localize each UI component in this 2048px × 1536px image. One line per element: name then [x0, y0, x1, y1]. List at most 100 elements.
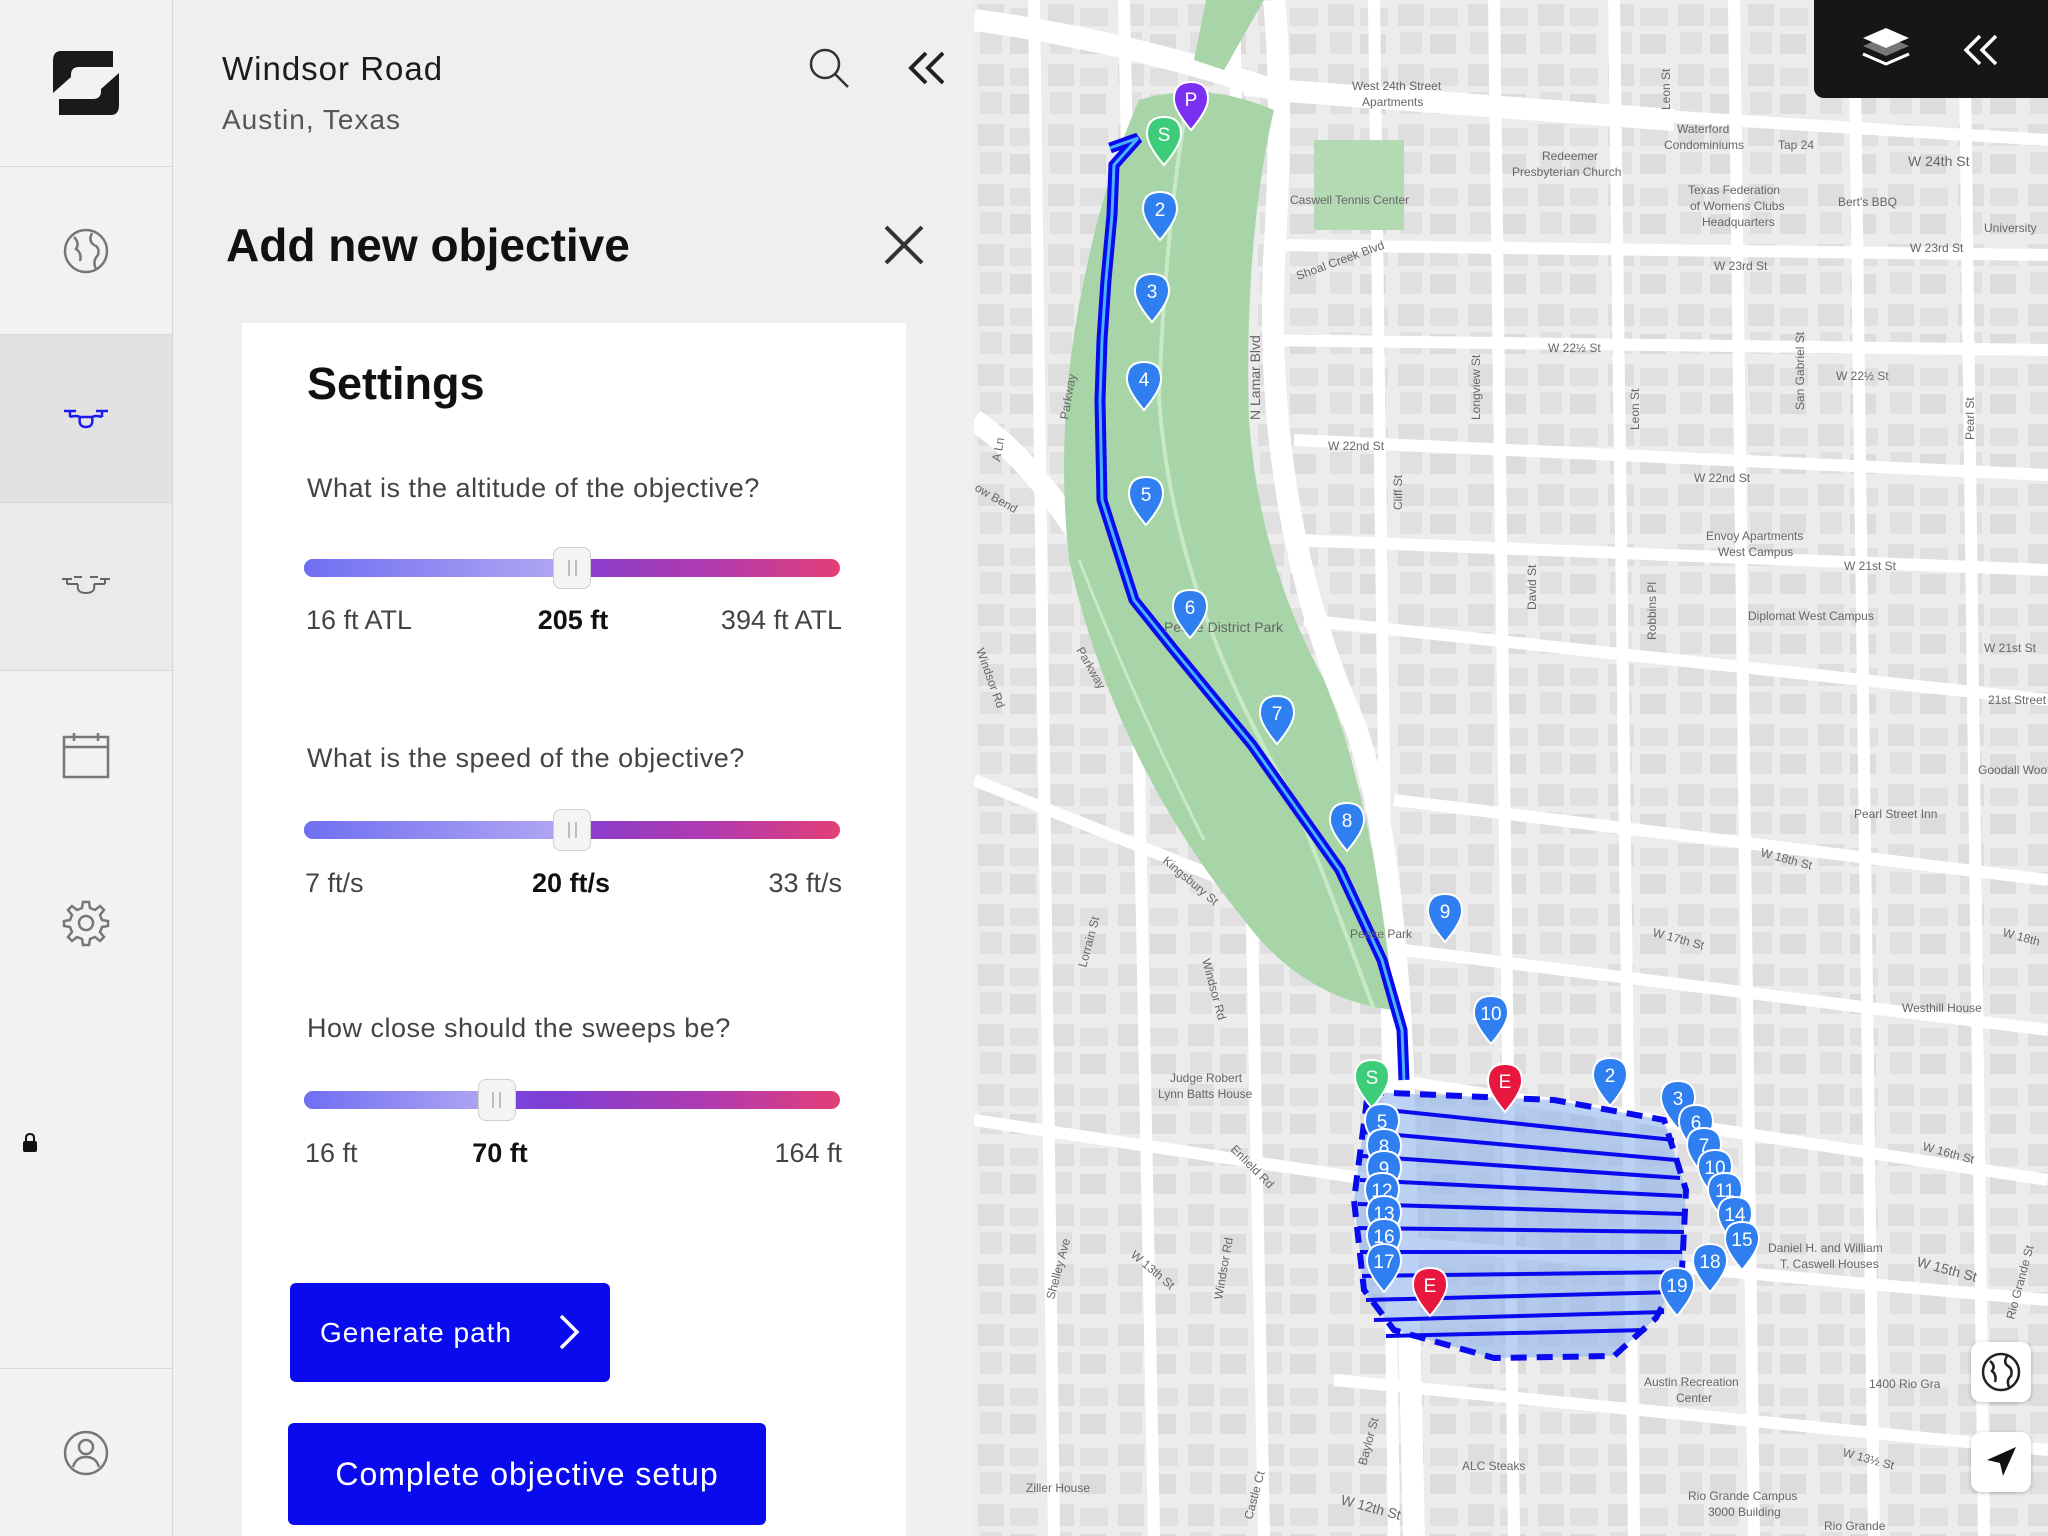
waypoint-pin[interactable]: 3 [1133, 272, 1171, 324]
map-label: W 22nd St [1328, 439, 1385, 453]
map-label: Diplomat West Campus [1748, 609, 1874, 623]
waypoint-pin-label: 3 [1147, 282, 1158, 303]
map-label: W 22½ St [1836, 369, 1889, 383]
rail-item-calendar[interactable] [0, 671, 172, 839]
waypoint-pin[interactable]: 2 [1141, 190, 1179, 242]
close-icon [884, 225, 924, 265]
map-label: W 22½ St [1548, 341, 1601, 355]
map-label: Ziller House [1026, 1481, 1090, 1495]
speed-slider[interactable] [304, 809, 840, 851]
close-button[interactable] [881, 222, 927, 268]
waypoint-pin-label: 10 [1480, 1004, 1501, 1025]
map-label: 3000 Building [1708, 1505, 1781, 1519]
waypoint-pin[interactable]: 2 [1591, 1056, 1629, 1108]
map-label: San Gabriel St [1793, 331, 1807, 410]
waypoint-pin[interactable]: 18 [1691, 1242, 1729, 1294]
speed-slider-thumb[interactable] [553, 809, 591, 851]
map-label: Apartments [1362, 95, 1423, 109]
drone-icon [64, 409, 108, 428]
rail-item-swarm[interactable] [0, 503, 172, 1152]
waypoint-pin-label: 8 [1342, 811, 1353, 832]
waypoint-pin[interactable]: E [1486, 1062, 1524, 1114]
map-label: West Campus [1718, 545, 1793, 559]
double-chevron-left-icon [908, 51, 945, 85]
map-label: Bert's BBQ [1838, 195, 1897, 209]
map-label: West 24th Street [1352, 79, 1442, 93]
speed-max-label: 33 ft/s [768, 868, 842, 898]
waypoint-pin-label: S [1366, 1068, 1379, 1089]
sweeps-min-label: 16 ft [305, 1138, 358, 1168]
complete-objective-label: Complete objective setup [335, 1455, 719, 1492]
collapse-panel-button[interactable] [905, 46, 949, 90]
altitude-slider-thumb[interactable] [553, 547, 591, 589]
map-label: Envoy Apartments [1706, 529, 1803, 543]
map-view[interactable]: West 24th Street Apartments Redeemer Pre… [974, 0, 2048, 1536]
waypoint-pin[interactable]: 8 [1328, 801, 1366, 853]
waypoint-pin[interactable]: 5 [1127, 475, 1165, 527]
waypoint-pin-label: 6 [1185, 598, 1196, 619]
waypoint-pin-label: 2 [1155, 200, 1166, 221]
map-label: Waterford [1677, 122, 1729, 136]
map-label: W 24th St [1908, 153, 1970, 169]
search-icon [809, 48, 849, 88]
map-label: Daniel H. and William [1768, 1241, 1883, 1255]
map-label: Headquarters [1702, 215, 1775, 229]
rail-item-profile[interactable] [0, 1368, 172, 1536]
search-button[interactable] [805, 44, 853, 92]
map-label: David St [1525, 564, 1539, 610]
sweeps-slider-thumb[interactable] [477, 1079, 516, 1121]
globe-icon [1981, 1352, 2021, 1392]
map-label: Texas Federation [1688, 183, 1780, 197]
waypoint-pin-label: P [1185, 90, 1198, 111]
map-canvas[interactable]: West 24th Street Apartments Redeemer Pre… [974, 0, 2048, 1536]
locate-me-button[interactable] [1971, 1432, 2031, 1492]
sweeps-slider[interactable] [304, 1079, 840, 1121]
drone-swarm-icon [62, 575, 110, 594]
rail-item-drone[interactable] [0, 335, 172, 503]
sweeps-value: 70 ft [472, 1138, 528, 1168]
map-label: Cliff St [1391, 474, 1405, 510]
location-subtitle: Austin, Texas [222, 104, 402, 135]
rail-item-globe[interactable] [0, 167, 172, 335]
waypoint-pin[interactable]: 17 [1365, 1242, 1403, 1294]
speed-slider-fill [304, 821, 572, 839]
waypoint-pin[interactable]: 9 [1426, 892, 1464, 944]
map-label: Caswell Tennis Center [1290, 193, 1409, 207]
map-label: Judge Robert [1170, 1071, 1243, 1085]
logo [0, 0, 172, 167]
waypoint-pin[interactable]: 6 [1171, 588, 1209, 640]
complete-objective-button[interactable]: Complete objective setup [288, 1423, 766, 1525]
map-label: Rio Grande Campus [1688, 1489, 1797, 1503]
waypoint-pin-label: 9 [1440, 902, 1451, 923]
altitude-question: What is the altitude of the objective? [307, 473, 760, 503]
map-label: Redeemer [1542, 149, 1598, 163]
collapse-map-toolbar-button[interactable] [1958, 28, 2004, 72]
waypoint-pin-label: 17 [1373, 1252, 1394, 1273]
waypoint-pin[interactable]: S [1145, 115, 1183, 167]
objective-panel: Windsor Road Austin, Texas Add new objec… [173, 0, 974, 1536]
waypoint-pin[interactable]: 4 [1125, 360, 1163, 412]
rail-item-settings[interactable] [0, 839, 172, 1007]
sweeps-question: How close should the sweeps be? [307, 1013, 731, 1043]
waypoint-pin-label: 18 [1699, 1252, 1720, 1273]
map-label: W 21st St [1844, 559, 1897, 573]
speed-value: 20 ft/s [531, 868, 611, 898]
map-label: 1400 Rio Gra [1869, 1377, 1941, 1391]
map-label: ALC Steaks [1462, 1459, 1525, 1473]
map-label: W 23rd St [1714, 259, 1768, 273]
waypoint-pin[interactable]: E [1411, 1266, 1449, 1318]
waypoint-pin-label: 4 [1139, 370, 1150, 391]
nav-rail [0, 0, 173, 1536]
waypoint-pin-label: 5 [1141, 485, 1152, 506]
map-layers-button[interactable] [1858, 22, 1914, 78]
globe-view-button[interactable] [1971, 1342, 2031, 1402]
altitude-slider[interactable] [304, 547, 840, 589]
waypoint-pin[interactable]: 7 [1258, 694, 1296, 746]
map-label: Leon St [1628, 388, 1642, 430]
map-label: Rio Grande [1824, 1519, 1886, 1533]
waypoint-pin[interactable]: 19 [1658, 1266, 1696, 1318]
waypoint-pin-label: 7 [1272, 704, 1283, 725]
generate-path-button[interactable]: Generate path [290, 1283, 610, 1382]
map-label: Center [1676, 1391, 1712, 1405]
waypoint-pin[interactable]: 10 [1472, 994, 1510, 1046]
